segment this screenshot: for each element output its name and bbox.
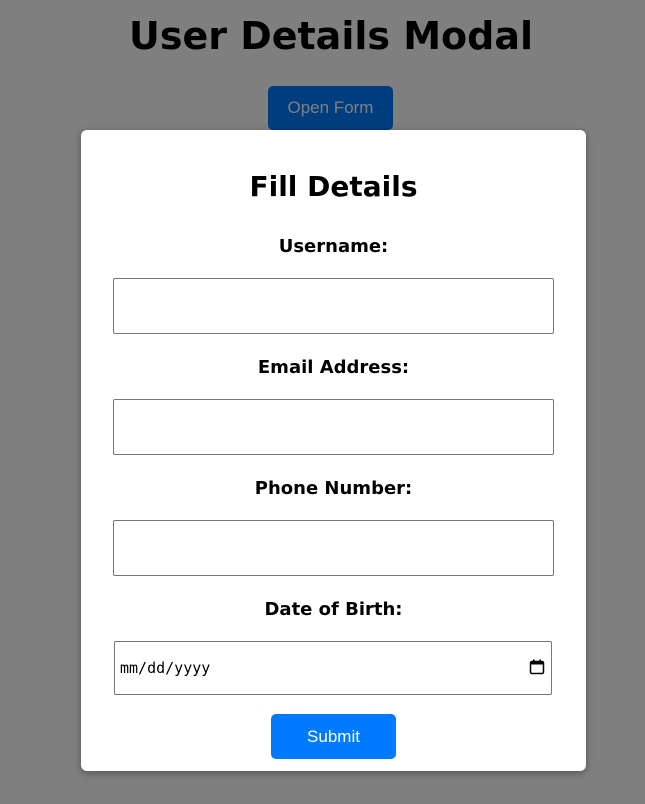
modal-title: Fill Details — [249, 170, 418, 203]
user-details-modal: Fill Details Username: Email Address: Ph… — [81, 130, 586, 771]
phone-input[interactable] — [113, 520, 554, 576]
email-input[interactable] — [113, 399, 554, 455]
date-of-birth-input[interactable]: mm/dd/yyyy — [114, 641, 552, 695]
phone-label: Phone Number: — [254, 478, 413, 499]
calendar-icon[interactable] — [529, 659, 545, 675]
username-label: Username: — [278, 236, 389, 257]
date-of-birth-label: Date of Birth: — [264, 599, 403, 620]
username-input[interactable] — [113, 278, 554, 334]
submit-button[interactable]: Submit — [271, 714, 396, 759]
page: User Details Modal Open Form Fill Detail… — [0, 0, 645, 804]
email-label: Email Address: — [257, 357, 410, 378]
date-placeholder: mm/dd/yyyy — [120, 659, 211, 677]
